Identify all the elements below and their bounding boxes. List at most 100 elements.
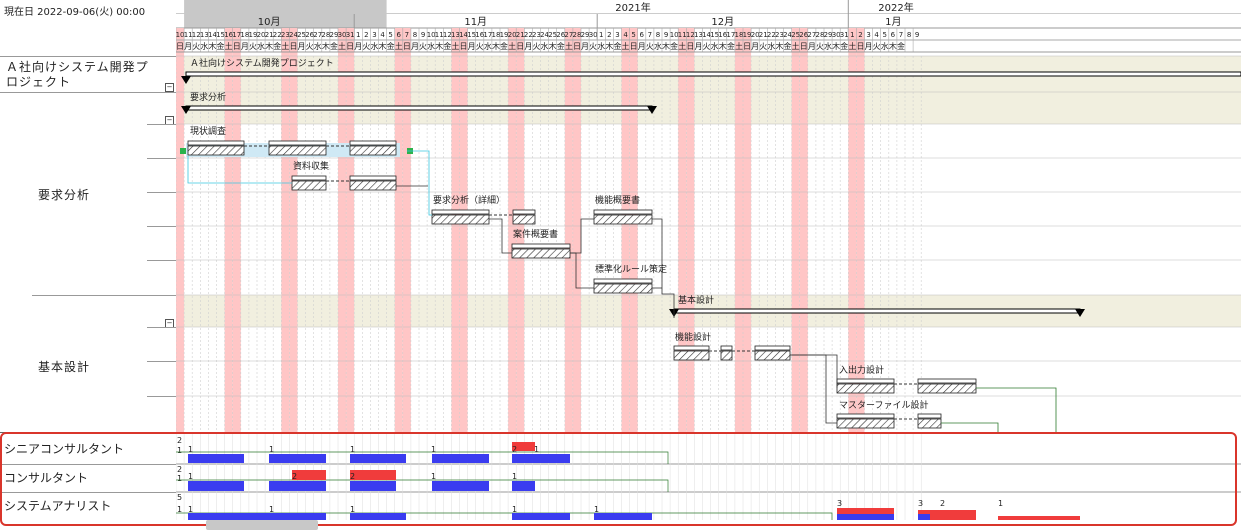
day-number: 5 (388, 31, 392, 39)
task-bar-nyuushutsu-1-baseline (836, 378, 895, 384)
weekday-label: 火 (192, 42, 200, 51)
day-number: 7 (899, 31, 903, 39)
weekday-label: 月 (581, 42, 589, 51)
weekday-label: 火 (873, 42, 881, 51)
weekday-label: 水 (484, 41, 492, 51)
dependency-link (976, 387, 1057, 432)
weekday-label: 日 (516, 42, 524, 51)
weekday-label: 火 (362, 42, 370, 51)
day-number: 7 (405, 31, 409, 39)
weekday-label: 月 (865, 42, 873, 51)
task-bar-hyoujunka-baseline (593, 278, 653, 284)
horizontal-scrollbar-thumb[interactable] (206, 520, 318, 530)
tree-item-requirement-analysis[interactable]: 要求分析 (32, 92, 176, 296)
day-number: 8 (413, 31, 417, 39)
weekday-label: 金 (670, 41, 678, 51)
requirement-summary-bar (185, 105, 653, 111)
task-bar-kinou-gaiyou (593, 214, 653, 225)
dependency-link (941, 422, 999, 432)
task-bar-master-file-2-baseline (917, 413, 942, 419)
task-bar-hyoujunka (593, 283, 653, 294)
month-label: 12月 (711, 16, 734, 28)
row-divider (147, 361, 176, 362)
task-bar-nyuushutsu-2 (917, 383, 977, 394)
weekend-column (686, 40, 695, 432)
weekend-column (678, 40, 687, 432)
weekday-label: 月 (638, 42, 646, 51)
weekday-label: 木 (889, 41, 897, 51)
year-label: 2022年 (878, 1, 913, 14)
task-bar-kinou-gaiyou-baseline (593, 209, 653, 215)
task-bar-master-file-1 (836, 418, 895, 429)
day-number: 4 (623, 31, 628, 39)
task-bar-genjou-3-baseline (349, 140, 397, 146)
day-number: 1 (850, 31, 854, 39)
task-bar-shiryou-1 (291, 180, 327, 191)
weekday-label: 土 (622, 41, 630, 51)
tree-item-basic-design[interactable]: 基本設計 (32, 295, 176, 433)
weekday-label: 土 (508, 41, 516, 51)
weekend-column (799, 40, 808, 432)
project-summary-bar (185, 71, 1241, 77)
task-bar-genjou-2-baseline (268, 140, 327, 146)
weekday-label: 水 (597, 41, 605, 51)
tree-item-project[interactable]: Ａ社向けシステム開発プロジェクト (0, 56, 176, 93)
weekday-label: 月 (184, 42, 192, 51)
collapse-project-icon[interactable]: − (165, 83, 174, 92)
weekday-label: 木 (492, 41, 500, 51)
day-number: 3 (866, 31, 870, 39)
tree-group-label: 要求分析 (38, 188, 91, 202)
day-number: 1 (599, 31, 603, 39)
day-number: 3 (372, 31, 376, 39)
weekday-label: 日 (856, 42, 864, 51)
weekday-label: 日 (686, 42, 694, 51)
weekday-label: 土 (395, 41, 403, 51)
day-number: 8 (907, 31, 911, 39)
weekday-label: 木 (662, 41, 670, 51)
weekday-label: 火 (249, 42, 257, 51)
header-shaded-range (184, 0, 387, 28)
task-label-nyuushutsu: 入出力設計 (839, 364, 884, 376)
row-divider (147, 396, 176, 397)
task-label-genjou: 現状調査 (190, 125, 226, 137)
weekday-label: 水 (767, 41, 775, 51)
task-bar-youkyuu-2-baseline (512, 209, 536, 215)
day-number: 2 (364, 31, 368, 39)
weekday-label: 日 (289, 42, 297, 51)
row-divider (147, 192, 176, 193)
weekday-label: 月 (808, 42, 816, 51)
day-number: 6 (640, 31, 645, 39)
month-label: 10月 (258, 16, 281, 28)
weekday-label: 日 (630, 42, 638, 51)
weekday-label: 金 (557, 41, 565, 51)
task-bar-anken (511, 248, 571, 259)
year-label: 2021年 (615, 1, 650, 14)
task-bar-genjou-1 (187, 145, 245, 156)
task-start-handle (180, 148, 186, 154)
weekday-label: 月 (468, 42, 476, 51)
weekday-label: 火 (703, 42, 711, 51)
weekday-label: 水 (824, 41, 832, 51)
task-bar-genjou-1-baseline (187, 140, 245, 146)
weekday-label: 木 (322, 41, 330, 51)
weekday-label: 土 (848, 41, 856, 51)
weekend-column (459, 40, 468, 432)
weekday-label: 木 (549, 41, 557, 51)
day-number: 3 (615, 31, 619, 39)
weekend-column (281, 40, 290, 432)
day-number: 8 (656, 31, 660, 39)
weekday-label: 火 (589, 42, 597, 51)
weekend-column (346, 40, 355, 432)
weekday-label: 月 (241, 42, 249, 51)
weekday-label: 土 (281, 41, 289, 51)
task-label-hyoujunka: 標準化ルール策定 (595, 263, 667, 275)
weekday-label: 日 (800, 42, 808, 51)
weekend-column (791, 40, 800, 432)
day-number: 31 (840, 31, 849, 39)
project-bar-label: Ａ社向けシステム開発プロジェクト (190, 57, 334, 69)
task-bar-kinou-sekkei-3-baseline (754, 345, 791, 351)
task-bar-kinou-sekkei-2 (720, 350, 733, 361)
weekend-column (232, 40, 241, 432)
weekend-column (289, 40, 298, 432)
weekday-label: 火 (476, 42, 484, 51)
